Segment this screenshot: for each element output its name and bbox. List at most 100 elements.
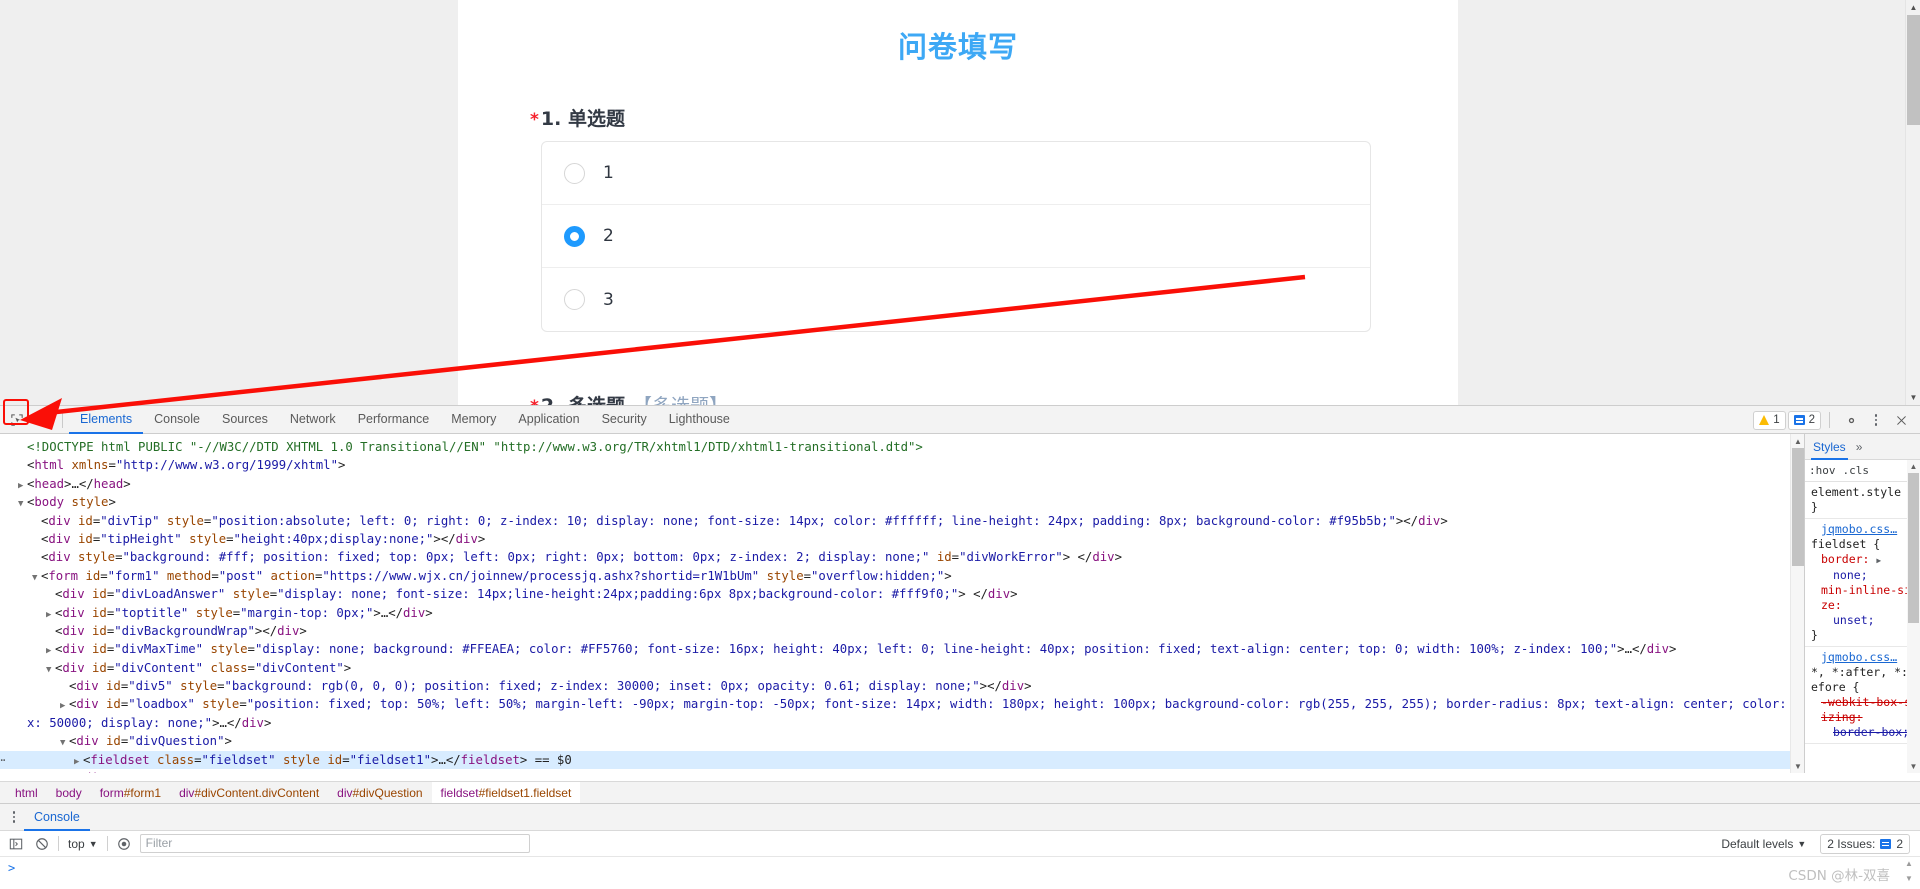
css-declaration[interactable]: border: ▶ (1811, 552, 1916, 568)
css-rule-universal[interactable]: jqmobo.css… *, *:after, *:before { -webk… (1805, 647, 1920, 744)
dom-node[interactable]: <!DOCTYPE html PUBLIC "-//W3C//DTD XHTML… (0, 438, 1804, 456)
warning-count-badge[interactable]: 1 (1753, 410, 1786, 430)
console-log-levels[interactable]: Default levels ▼ (1721, 837, 1806, 851)
breadcrumb: html body form#form1 div#divContent.divCont… (0, 781, 1920, 804)
tab-console[interactable]: Console (143, 406, 211, 434)
dom-node[interactable]: ▶ <head>…</head> (0, 475, 1804, 493)
breadcrumb-item[interactable]: body (47, 782, 91, 804)
breadcrumb-item[interactable]: div#divQuestion (328, 782, 431, 804)
page-scrollbar[interactable]: ▲ ▼ (1905, 0, 1920, 405)
tab-elements[interactable]: Elements (69, 406, 144, 434)
kebab-menu-icon[interactable] (1866, 409, 1886, 431)
tab-sources[interactable]: Sources (211, 406, 279, 434)
question-2-text: 2. 多选题 (541, 395, 625, 405)
console-context-selector[interactable]: top ▼ (65, 837, 101, 851)
radio-icon-selected[interactable] (564, 225, 585, 247)
styles-scrollbar[interactable]: ▲ ▼ (1907, 460, 1920, 773)
annotation-highlight-box (3, 399, 29, 425)
dom-node[interactable]: ▼ <div id="divContent" class="divContent"… (0, 659, 1804, 677)
scroll-up-arrow-icon[interactable]: ▲ (1907, 460, 1920, 473)
breadcrumb-item[interactable]: fieldset#fieldset1.fieldset (431, 781, 581, 804)
dom-node[interactable]: <div id="tipHeight" style="height:40px;d… (0, 530, 1804, 548)
console-input-prompt[interactable]: > (0, 857, 1920, 875)
live-expression-icon[interactable] (114, 834, 134, 854)
dom-node[interactable]: ▼ <form id="form1" method="post" action="… (0, 567, 1804, 585)
dom-node[interactable]: </div> (0, 769, 1804, 773)
device-toolbar-icon[interactable] (30, 408, 56, 432)
css-source-link[interactable]: jqmobo.css… (1811, 522, 1916, 537)
dom-node[interactable]: <div id="divBackgroundWrap"></div> (0, 622, 1804, 640)
dom-node[interactable]: <div id="divLoadAnswer" style="display: … (0, 585, 1804, 603)
styles-scrollbar-thumb[interactable] (1908, 473, 1919, 623)
css-rule-element-style[interactable]: element.style { } (1805, 482, 1920, 519)
message-icon (1880, 838, 1892, 849)
css-value[interactable]: unset; (1811, 613, 1916, 628)
scroll-down-arrow-icon[interactable]: ▼ (1907, 760, 1920, 773)
dom-node-selected[interactable]: ⋯ ▶ <fieldset class="fieldset" style id="f… (0, 750, 1804, 770)
dom-scrollbar-thumb[interactable] (1792, 448, 1804, 566)
css-value[interactable]: border-box; (1811, 725, 1916, 740)
scroll-down-arrow-icon[interactable]: ▼ (1791, 759, 1804, 773)
styles-more-tabs-icon[interactable]: » (1856, 440, 1863, 454)
css-rule-close: } (1811, 500, 1818, 514)
hov-toggle[interactable]: :hov (1809, 464, 1836, 477)
close-icon[interactable] (1888, 408, 1914, 432)
dom-node[interactable]: <div id="div5" style="background: rgb(0,… (0, 677, 1804, 695)
css-value[interactable]: none; (1811, 568, 1916, 583)
option-row[interactable]: 3 (542, 268, 1370, 331)
tab-performance[interactable]: Performance (347, 406, 441, 434)
breadcrumb-item[interactable]: form#form1 (91, 782, 170, 804)
clear-console-icon[interactable] (32, 834, 52, 854)
css-source-link[interactable]: jqmobo.css… (1811, 650, 1916, 665)
css-property: border: (1821, 552, 1870, 566)
option-row[interactable]: 2 (542, 205, 1370, 268)
chevron-down-icon: ▼ (1797, 838, 1807, 849)
toolbar-divider (62, 411, 63, 428)
issues-badge[interactable]: 2 Issues: 2 (1820, 833, 1910, 854)
tab-styles[interactable]: Styles (1811, 434, 1848, 460)
css-selector: fieldset { (1811, 537, 1881, 551)
scroll-down-arrow-icon[interactable]: ▼ (1905, 874, 1913, 883)
gear-icon[interactable] (1838, 408, 1864, 432)
dom-node[interactable]: <html xmlns="http://www.w3.org/1999/xhtm… (0, 456, 1804, 474)
dom-node[interactable]: x: 50000; display: none;">…</div> (0, 714, 1804, 732)
scroll-up-arrow-icon[interactable]: ▲ (1906, 0, 1920, 15)
breadcrumb-item[interactable]: div#divContent.divContent (170, 782, 328, 804)
tab-network[interactable]: Network (279, 406, 347, 434)
dom-node-menu-icon[interactable]: ⋯ (0, 751, 6, 769)
dom-node[interactable]: ▶ <div id="loadbox" style="position: fixe… (0, 695, 1804, 713)
console-filter-input[interactable]: Filter (139, 834, 530, 853)
option-row[interactable]: 1 (542, 142, 1370, 205)
tab-memory[interactable]: Memory (440, 406, 507, 434)
dom-node[interactable]: ▶ <div id="toptitle" style="margin-top: 0… (0, 604, 1804, 622)
css-rule-fieldset[interactable]: jqmobo.css… fieldset { border: ▶ none; m… (1805, 519, 1920, 647)
cls-toggle[interactable]: .cls (1843, 464, 1870, 477)
drawer-more-icon[interactable] (4, 806, 24, 828)
breadcrumb-item[interactable]: html (6, 782, 47, 804)
dom-node[interactable]: <div style="background: #fff; position: … (0, 548, 1804, 566)
message-count-badge[interactable]: 2 (1787, 410, 1821, 430)
scroll-down-arrow-icon[interactable]: ▼ (1906, 390, 1920, 405)
question-1-options: 1 2 3 (541, 141, 1371, 332)
devtools-toolbar: Elements Console Sources Network Perform… (0, 406, 1920, 434)
console-sidebar-icon[interactable] (6, 834, 26, 854)
page-scrollbar-thumb[interactable] (1907, 15, 1920, 125)
scroll-up-arrow-icon[interactable]: ▲ (1791, 434, 1804, 448)
message-count: 2 (1808, 414, 1815, 426)
dom-node[interactable]: ▼ <body style> (0, 493, 1804, 511)
drawer-tab-console[interactable]: Console (24, 804, 90, 831)
radio-icon[interactable] (564, 162, 585, 184)
tab-security[interactable]: Security (591, 406, 658, 434)
radio-icon[interactable] (564, 289, 585, 310)
dom-node[interactable]: <div id="divTip" style="position:absolut… (0, 512, 1804, 530)
tab-application[interactable]: Application (507, 406, 590, 434)
dom-node[interactable]: ▼ <div id="divQuestion"> (0, 732, 1804, 750)
console-scrollbar[interactable]: ▲ ▼ (1903, 859, 1915, 883)
console-drawer: Console top ▼ Filter Default levels ▼ 2 … (0, 803, 1920, 889)
tab-lighthouse[interactable]: Lighthouse (658, 406, 741, 434)
dom-node[interactable]: ▶ <div id="divMaxTime" style="display: no… (0, 640, 1804, 658)
scroll-up-arrow-icon[interactable]: ▲ (1905, 859, 1913, 868)
expand-triangle-icon[interactable]: ▶ (1876, 553, 1881, 568)
elements-dom-tree[interactable]: <!DOCTYPE html PUBLIC "-//W3C//DTD XHTML… (0, 434, 1804, 773)
dom-tree-scrollbar[interactable]: ▲ ▼ (1790, 434, 1804, 773)
